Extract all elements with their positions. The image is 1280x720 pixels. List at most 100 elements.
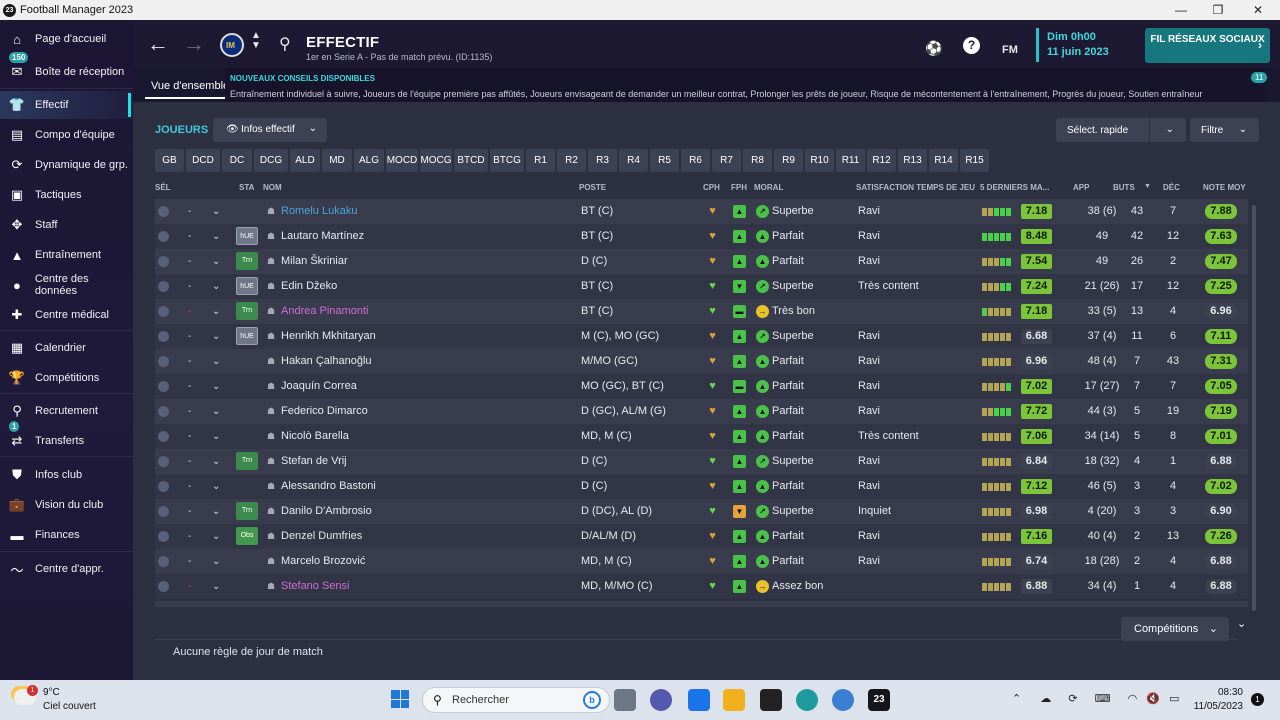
selection-value[interactable]: - <box>188 574 191 599</box>
position-filter-r11[interactable]: R11 <box>836 149 865 172</box>
player-name[interactable]: Joaquín Correa <box>281 374 357 399</box>
globe-app-icon[interactable] <box>832 689 854 711</box>
select-checkbox[interactable] <box>158 306 169 317</box>
chevron-down-icon[interactable]: ⌄ <box>212 524 220 549</box>
player-name[interactable]: Denzel Dumfries <box>281 524 362 549</box>
position-filter-r6[interactable]: R6 <box>681 149 710 172</box>
selection-value[interactable]: - <box>188 449 191 474</box>
col-header-satisfaction[interactable]: SATISFACTION TEMPS DE JEU <box>856 183 975 192</box>
select-checkbox[interactable] <box>158 256 169 267</box>
sidebar-item-lineup[interactable]: ▤ Compo d'équipe <box>0 121 133 149</box>
select-checkbox[interactable] <box>158 506 169 517</box>
filter-dropdown[interactable]: Filtre ⌄ <box>1190 118 1259 142</box>
col-header-last5[interactable]: 5 DERNIERS MA... <box>980 183 1049 192</box>
sidebar-item-inbox[interactable]: ✉ 150 Boîte de réception <box>0 52 133 86</box>
table-row[interactable] <box>155 601 1248 607</box>
col-header-assists[interactable]: DÉC <box>1163 183 1180 192</box>
chevron-down-icon[interactable]: ⌄ <box>212 499 220 524</box>
sidebar-item-data-hub[interactable]: ● Centre des données <box>0 271 133 299</box>
sidebar-item-learning[interactable]: 〜 Centre d'appr. <box>0 555 133 583</box>
select-checkbox[interactable] <box>158 206 169 217</box>
selection-value[interactable]: - <box>188 549 191 574</box>
position-filter-alg[interactable]: ALG <box>354 149 384 172</box>
sidebar-item-medical[interactable]: ✚ Centre médical <box>0 301 133 329</box>
select-checkbox[interactable] <box>158 356 169 367</box>
view-dropdown[interactable]: 👁 Infos effectif ⌄ <box>213 118 327 142</box>
col-header-cph[interactable]: CPH <box>703 183 720 192</box>
help-icon[interactable]: ? <box>963 37 980 54</box>
selection-value[interactable]: - <box>188 274 191 299</box>
col-header-app[interactable]: APP <box>1073 183 1089 192</box>
select-checkbox[interactable] <box>158 281 169 292</box>
sidebar-item-club-info[interactable]: ⛊ Infos club <box>0 461 133 489</box>
club-badge-icon[interactable] <box>220 33 244 57</box>
sidebar-item-squad[interactable]: 👕 Effectif <box>0 91 133 119</box>
col-header-morale[interactable]: MORAL <box>754 183 783 192</box>
table-row[interactable]: - ⌄ Obs ☗ Denzel Dumfries D/AL/M (D) ♥ ▲ ▲ Parfai… <box>155 524 1248 549</box>
table-row[interactable]: - ⌄ ☗ Alessandro Bastoni D (C) ♥ ▲ ▲ Parfait Ravi… <box>155 474 1248 499</box>
selection-value[interactable]: - <box>188 424 191 449</box>
sidebar-item-calendar[interactable]: ▦ Calendrier <box>0 334 133 362</box>
chevron-down-icon[interactable]: ⌄ <box>212 274 220 299</box>
player-name[interactable]: Henrikh Mkhitaryan <box>281 324 376 349</box>
position-filter-dc[interactable]: DC <box>222 149 252 172</box>
sidebar-item-home[interactable]: ⌂ Page d'accueil <box>0 25 133 53</box>
wifi-icon[interactable]: ◠ <box>1128 693 1138 705</box>
table-row[interactable]: - ⌄ Trn ☗ Andrea Pinamonti BT (C) ♥ ▬ → Très bon 7… <box>155 299 1248 324</box>
col-header-name[interactable]: NOM <box>263 183 282 192</box>
sidebar-item-competitions[interactable]: 🏆 Compétitions <box>0 364 133 392</box>
position-filter-btcd[interactable]: BTCD <box>454 149 488 172</box>
social-feed-button[interactable]: FIL RÉSEAUX SOCIAUX › <box>1145 28 1270 63</box>
battery-icon[interactable]: ▭ <box>1169 693 1179 705</box>
table-row[interactable]: - ⌄ ☗ Romelu Lukaku BT (C) ♥ ▲ ↗ Superbe Ravi 7.18… <box>155 199 1248 224</box>
system-tray[interactable]: ⌃ ☁ ⟳ ⌨ ◠ 🔇 ▭ <box>1012 692 1179 705</box>
sidebar-item-transfers[interactable]: ⇄ 1 Transferts <box>0 421 133 455</box>
close-button[interactable]: ✕ <box>1240 0 1276 20</box>
player-name[interactable]: Alessandro Bastoni <box>281 474 376 499</box>
position-filter-r4[interactable]: R4 <box>619 149 648 172</box>
chevron-down-icon[interactable]: ⌄ <box>212 574 220 599</box>
chevron-down-icon[interactable]: ⌄ <box>212 324 220 349</box>
position-filter-r5[interactable]: R5 <box>650 149 679 172</box>
sort-desc-icon[interactable]: ▼ <box>1144 183 1151 190</box>
advice-banner[interactable]: NOUVEAUX CONSEILS DISPONIBLES Entraîneme… <box>225 68 1265 102</box>
table-row[interactable]: - ⌄ ☗ Marcelo Brozović MD, M (C) ♥ ▲ ▲ Parfait Ra… <box>155 549 1248 574</box>
dropbox-icon[interactable] <box>688 689 710 711</box>
notification-center-badge[interactable]: 1 <box>1251 693 1264 706</box>
select-checkbox[interactable] <box>158 431 169 442</box>
search-icon[interactable]: ⚲ <box>279 34 291 56</box>
position-filter-gb[interactable]: GB <box>155 149 184 172</box>
select-checkbox[interactable] <box>158 531 169 542</box>
player-name[interactable]: Romelu Lukaku <box>281 199 357 224</box>
position-filter-md[interactable]: MD <box>322 149 352 172</box>
position-filter-r14[interactable]: R14 <box>929 149 958 172</box>
position-filter-mocg[interactable]: MOCG <box>420 149 452 172</box>
player-name[interactable]: Nicolò Barella <box>281 424 349 449</box>
player-name[interactable]: Edin Džeko <box>281 274 337 299</box>
select-checkbox[interactable] <box>158 381 169 392</box>
chevron-down-icon[interactable]: ⌄ <box>212 224 220 249</box>
position-filter-mocd[interactable]: MOCD <box>386 149 418 172</box>
position-filter-r15[interactable]: R15 <box>960 149 989 172</box>
table-row[interactable]: - ⌄ Trn ☗ Stefan de Vrij D (C) ♥ ▲ ↗ Superbe Ravi 6… <box>155 449 1248 474</box>
selection-value[interactable]: - <box>188 499 191 524</box>
col-header-position[interactable]: POSTE <box>579 183 606 192</box>
player-name[interactable]: Marcelo Brozović <box>281 549 365 574</box>
onedrive-icon[interactable]: ☁ <box>1040 693 1051 705</box>
chevron-down-icon[interactable]: ⌄ <box>212 424 220 449</box>
selection-value[interactable]: - <box>188 324 191 349</box>
player-name[interactable]: Stefano Sensi <box>281 574 350 599</box>
chevron-down-icon[interactable]: ⌄ <box>212 199 220 224</box>
competitions-dropdown[interactable]: Compétitions ⌄ <box>1121 617 1229 641</box>
player-name[interactable]: Stefan de Vrij <box>281 449 347 474</box>
select-checkbox[interactable] <box>158 556 169 567</box>
position-filter-r1[interactable]: R1 <box>526 149 555 172</box>
table-row[interactable]: - ⌄ hUE ☗ Lautaro Martínez BT (C) ♥ ▲ ▲ Parfait Ra… <box>155 224 1248 249</box>
position-filter-r12[interactable]: R12 <box>867 149 896 172</box>
sidebar-item-training[interactable]: ▲ Entraînement <box>0 241 133 269</box>
chevron-down-icon[interactable]: ⌄ <box>212 549 220 574</box>
position-filter-r9[interactable]: R9 <box>774 149 803 172</box>
sidebar-item-staff[interactable]: ✥ Staff <box>0 211 133 239</box>
position-filter-r2[interactable]: R2 <box>557 149 586 172</box>
chevron-down-icon[interactable]: ⌄ <box>212 249 220 274</box>
